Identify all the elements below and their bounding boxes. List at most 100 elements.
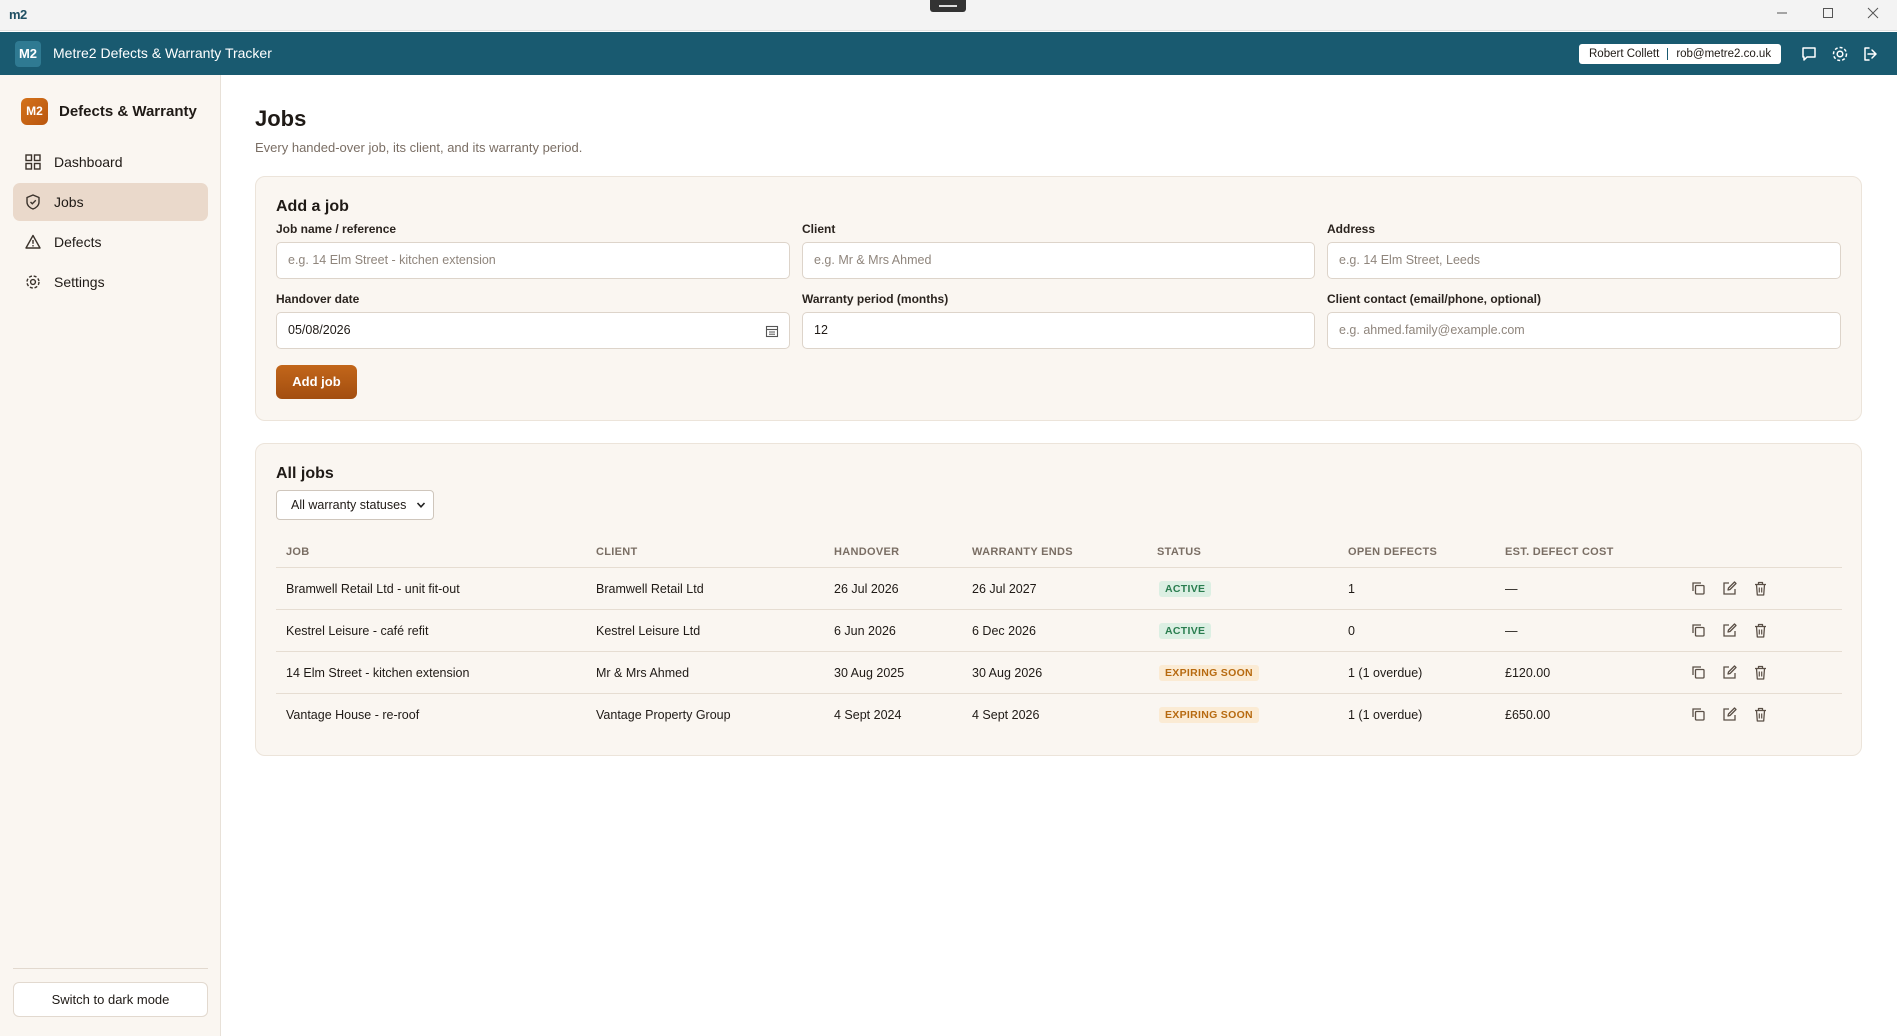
sidebar-item-settings[interactable]: Settings	[13, 263, 208, 301]
column-header-handover: HANDOVER	[834, 546, 900, 558]
sidebar-item-defects[interactable]: Defects	[13, 223, 208, 261]
close-window-button[interactable]	[1858, 4, 1888, 26]
trash-icon[interactable]	[1752, 580, 1769, 597]
address-label: Address	[1327, 222, 1376, 236]
status-badge: EXPIRING SOON	[1159, 707, 1259, 723]
chevron-down-icon	[416, 502, 426, 508]
chat-button[interactable]	[1798, 43, 1820, 65]
cell-open-defects: 1 (1 overdue)	[1348, 666, 1423, 680]
settings-button[interactable]	[1829, 43, 1851, 65]
sidebar-item-dashboard[interactable]: Dashboard	[13, 143, 208, 181]
warranty-months-input[interactable]: 12	[802, 312, 1315, 349]
logout-button[interactable]	[1860, 43, 1882, 65]
sidebar-divider	[13, 968, 208, 969]
cell-est-cost: —	[1505, 582, 1518, 596]
cell-handover: 30 Aug 2025	[834, 666, 905, 680]
cell-est-cost: £650.00	[1505, 708, 1551, 722]
handover-date-input[interactable]: 05/08/2026	[276, 312, 790, 349]
minimize-button[interactable]	[1767, 4, 1797, 26]
cell-est-cost: —	[1505, 624, 1518, 638]
row-divider	[276, 609, 1842, 610]
trash-icon[interactable]	[1752, 664, 1769, 681]
client-input[interactable]: e.g. Mr & Mrs Ahmed	[802, 242, 1315, 279]
contact-label: Client contact (email/phone, optional)	[1327, 292, 1542, 306]
logout-icon	[1864, 47, 1877, 61]
cell-client: Bramwell Retail Ltd	[596, 582, 704, 596]
os-app-logo: m2	[9, 7, 27, 22]
sidebar-item-label: Settings	[54, 274, 105, 290]
user-pill-divider	[1667, 48, 1669, 60]
app-title: Metre2 Defects & Warranty Tracker	[53, 45, 272, 61]
calendar-icon[interactable]	[765, 324, 779, 338]
address-input[interactable]: e.g. 14 Elm Street, Leeds	[1327, 242, 1841, 279]
maximize-button[interactable]	[1813, 4, 1843, 26]
brand-badge: M2	[21, 98, 48, 125]
edit-icon[interactable]	[1721, 580, 1738, 597]
column-header-est-defect-cost: EST. DEFECT COST	[1505, 546, 1614, 558]
add-job-card	[255, 176, 1862, 421]
cell-client: Vantage Property Group	[596, 708, 731, 722]
cell-open-defects: 1	[1348, 582, 1355, 596]
shield-icon	[26, 194, 40, 210]
cell-job: 14 Elm Street - kitchen extension	[286, 666, 470, 680]
cell-warranty-ends: 30 Aug 2026	[972, 666, 1043, 680]
duplicate-icon[interactable]	[1690, 622, 1707, 639]
cell-handover: 6 Jun 2026	[834, 624, 896, 638]
trash-icon[interactable]	[1752, 706, 1769, 723]
page-subtitle: Every handed-over job, its client, and i…	[255, 140, 583, 155]
drag-handle[interactable]	[930, 0, 966, 12]
user-name: Robert Collett	[1589, 48, 1660, 60]
cell-handover: 26 Jul 2026	[834, 582, 899, 596]
client-label: Client	[802, 222, 836, 236]
cell-client: Mr & Mrs Ahmed	[596, 666, 690, 680]
add-job-title: Add a job	[276, 198, 349, 215]
row-divider	[276, 693, 1842, 694]
minimize-icon	[1777, 12, 1787, 14]
user-email: rob@metre2.co.uk	[1676, 48, 1772, 60]
duplicate-icon[interactable]	[1690, 580, 1707, 597]
table-header-divider	[276, 567, 1842, 568]
gear-icon	[1832, 46, 1848, 62]
filter-selected-value: All warranty statuses	[291, 498, 407, 512]
close-icon	[1867, 7, 1879, 19]
maximize-icon	[1823, 8, 1833, 18]
status-badge: ACTIVE	[1159, 623, 1212, 639]
edit-icon[interactable]	[1721, 706, 1738, 723]
gear-icon	[26, 275, 40, 289]
add-job-button[interactable]: Add job	[276, 365, 357, 399]
sidebar-item-jobs[interactable]: Jobs	[13, 183, 208, 221]
app-badge: M2	[15, 41, 41, 67]
row-divider	[276, 651, 1842, 652]
app-header: M2 Metre2 Defects & Warranty Tracker Rob…	[0, 32, 1897, 75]
cell-job: Kestrel Leisure - café refit	[286, 624, 429, 638]
warning-icon	[25, 234, 41, 249]
brand-name: Defects & Warranty	[59, 103, 197, 120]
chat-icon	[1802, 47, 1816, 61]
os-title-bar: m2	[0, 0, 1897, 31]
cell-job: Bramwell Retail Ltd - unit fit-out	[286, 582, 460, 596]
status-badge: ACTIVE	[1159, 581, 1212, 597]
sidebar-item-label: Defects	[54, 234, 102, 250]
handover-label: Handover date	[276, 292, 360, 306]
dashboard-icon	[25, 154, 41, 170]
cell-est-cost: £120.00	[1505, 666, 1551, 680]
edit-icon[interactable]	[1721, 622, 1738, 639]
column-header-open-defects: OPEN DEFECTS	[1348, 546, 1438, 558]
warranty-status-filter[interactable]: All warranty statuses	[276, 490, 434, 520]
cell-warranty-ends: 26 Jul 2027	[972, 582, 1037, 596]
job-name-label: Job name / reference	[276, 222, 397, 236]
sidebar: M2 Defects & Warranty Dashboard Jobs Def…	[0, 75, 221, 1036]
trash-icon[interactable]	[1752, 622, 1769, 639]
duplicate-icon[interactable]	[1690, 706, 1707, 723]
cell-open-defects: 1 (1 overdue)	[1348, 708, 1423, 722]
edit-icon[interactable]	[1721, 664, 1738, 681]
job-name-input[interactable]: e.g. 14 Elm Street - kitchen extension	[276, 242, 790, 279]
sidebar-item-label: Jobs	[54, 194, 84, 210]
column-header-client: CLIENT	[596, 546, 638, 558]
dark-mode-toggle[interactable]: Switch to dark mode	[13, 982, 208, 1017]
column-header-warranty-ends: WARRANTY ENDS	[972, 546, 1073, 558]
contact-input[interactable]: e.g. ahmed.family@example.com	[1327, 312, 1841, 349]
duplicate-icon[interactable]	[1690, 664, 1707, 681]
column-header-job: JOB	[286, 546, 310, 558]
user-pill[interactable]: Robert Collett rob@metre2.co.uk	[1579, 44, 1782, 64]
